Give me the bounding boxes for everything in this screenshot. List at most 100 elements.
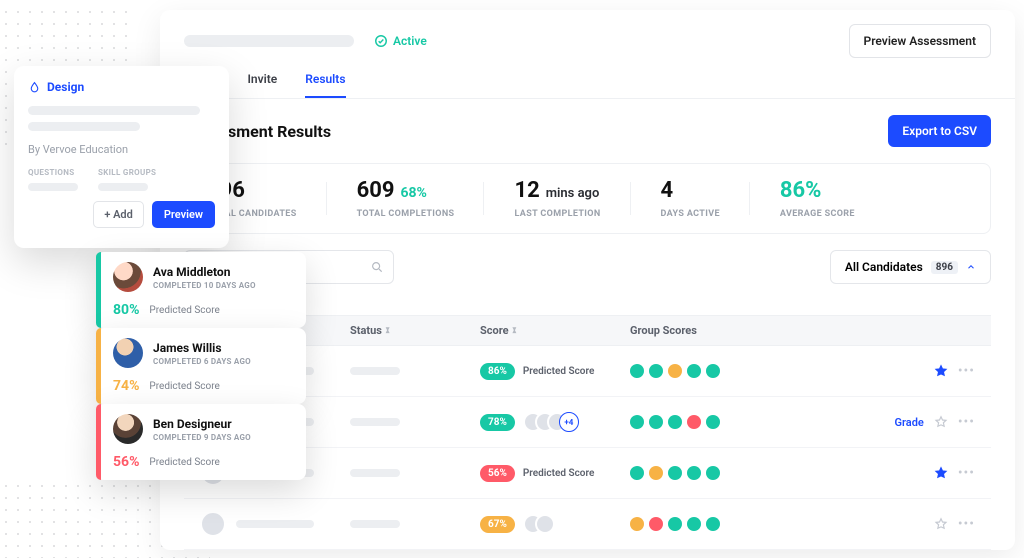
avatar — [113, 338, 143, 368]
row-actions: Grade ••• — [895, 414, 975, 430]
candidate-completion: COMPLETED 9 DAYS AGO — [153, 433, 251, 442]
star-icon[interactable] — [934, 364, 948, 378]
group-score-dot — [668, 517, 682, 531]
score-cell: 67% — [480, 514, 630, 534]
predicted-score-label: Predicted Score — [149, 381, 219, 392]
stat-value: 609 — [357, 178, 395, 203]
score-cell: 78% +4 — [480, 412, 630, 432]
main-header: Active Preview Assessment — [160, 10, 1015, 58]
score-cell: 56% Predicted Score — [480, 465, 630, 482]
candidate-card[interactable]: James Willis COMPLETED 6 DAYS AGO 74% Pr… — [96, 328, 306, 404]
search-icon — [370, 260, 384, 274]
assessment-title-placeholder — [184, 35, 354, 47]
stat-total-completions: 609 68% TOTAL COMPLETIONS — [357, 178, 485, 219]
col-status[interactable]: Status — [350, 324, 480, 337]
stat-label: TOTAL COMPLETIONS — [357, 209, 455, 219]
group-score-dot — [706, 364, 720, 378]
tabs: Create Invite Results — [160, 58, 1015, 99]
grader-avatars — [523, 514, 555, 534]
col-score[interactable]: Score — [480, 324, 630, 337]
candidate-name: Ben Designeur — [153, 417, 251, 431]
tab-invite[interactable]: Invite — [247, 72, 277, 98]
group-score-dot — [630, 364, 644, 378]
status-placeholder — [350, 520, 400, 528]
stat-label: LAST COMPLETION — [514, 209, 600, 219]
section-header: Assessment Results Export to CSV — [160, 99, 1015, 163]
more-actions-icon[interactable]: ••• — [958, 465, 975, 481]
status-placeholder — [350, 367, 400, 375]
group-score-dot — [706, 415, 720, 429]
row-actions: ••• — [934, 465, 975, 481]
candidate-name: Ava Middleton — [153, 265, 256, 279]
drop-icon — [28, 81, 41, 94]
grader-avatars: +4 — [523, 412, 579, 432]
name-placeholder — [236, 520, 314, 528]
grade-link[interactable]: Grade — [895, 416, 924, 429]
tab-results[interactable]: Results — [305, 72, 345, 98]
table-row[interactable]: 67% ••• — [184, 499, 991, 550]
skill-groups-label: SKILL GROUPS — [98, 168, 156, 177]
group-score-dot — [668, 364, 682, 378]
more-actions-icon[interactable]: ••• — [958, 516, 975, 532]
preview-button[interactable]: Preview — [152, 201, 215, 228]
stat-label: AVERAGE SCORE — [780, 209, 855, 219]
status-cell — [350, 418, 480, 426]
status-cell — [350, 469, 480, 477]
design-skel-line — [28, 106, 200, 115]
stats-bar: 896 TOTAL CANDIDATES 609 68% TOTAL COMPL… — [184, 163, 991, 234]
predicted-score-label: Predicted Score — [149, 457, 219, 468]
row-actions: ••• — [934, 516, 975, 532]
predicted-score-label: Predicted Score — [523, 468, 594, 479]
group-score-dot — [687, 466, 701, 480]
score-pill: 67% — [480, 516, 515, 533]
star-icon[interactable] — [934, 415, 948, 429]
grader-avatar — [535, 514, 555, 534]
check-circle-icon — [374, 34, 388, 48]
add-button[interactable]: + Add — [93, 201, 144, 228]
stat-label: DAYS ACTIVE — [661, 209, 720, 219]
design-card-header: Design — [28, 80, 215, 94]
group-scores-cell — [630, 466, 934, 480]
stat-pct: 68% — [400, 185, 426, 201]
preview-assessment-button[interactable]: Preview Assessment — [849, 24, 991, 58]
candidate-pct: 56% — [113, 454, 139, 470]
group-score-dot — [706, 466, 720, 480]
score-pill: 86% — [480, 363, 515, 380]
group-score-dot — [687, 517, 701, 531]
score-pill: 78% — [480, 414, 515, 431]
design-byline: By Vervoe Education — [28, 143, 215, 156]
export-csv-button[interactable]: Export to CSV — [888, 115, 991, 147]
status-active: Active — [374, 34, 427, 48]
candidates-filter-dropdown[interactable]: All Candidates 896 — [830, 250, 991, 284]
col-groups: Group Scores — [630, 324, 975, 337]
candidate-completion: COMPLETED 6 DAYS AGO — [153, 357, 251, 366]
predicted-score-label: Predicted Score — [523, 366, 594, 377]
group-score-dot — [630, 517, 644, 531]
star-icon[interactable] — [934, 517, 948, 531]
stat-value: 12 — [514, 178, 539, 203]
name-cell — [200, 511, 350, 537]
status-placeholder — [350, 469, 400, 477]
more-graders[interactable]: +4 — [559, 412, 579, 432]
more-actions-icon[interactable]: ••• — [958, 363, 975, 379]
predicted-score-label: Predicted Score — [149, 305, 219, 316]
group-scores-cell — [630, 517, 934, 531]
filter-label: All Candidates — [845, 260, 923, 274]
stat-unit: mins ago — [546, 186, 600, 201]
group-score-dot — [630, 415, 644, 429]
star-icon[interactable] — [934, 466, 948, 480]
design-card-columns: QUESTIONS SKILL GROUPS — [28, 168, 215, 191]
candidate-name: James Willis — [153, 341, 251, 355]
score-cell: 86% Predicted Score — [480, 363, 630, 380]
questions-label: QUESTIONS — [28, 168, 78, 177]
avatar — [113, 262, 143, 292]
score-pill: 56% — [480, 465, 515, 482]
stat-days-active: 4 DAYS ACTIVE — [661, 178, 750, 219]
more-actions-icon[interactable]: ••• — [958, 414, 975, 430]
avatar — [113, 414, 143, 444]
group-score-dot — [649, 364, 663, 378]
candidate-card[interactable]: Ben Designeur COMPLETED 9 DAYS AGO 56% P… — [96, 404, 306, 480]
status-cell — [350, 367, 480, 375]
candidate-card[interactable]: Ava Middleton COMPLETED 10 DAYS AGO 80% … — [96, 252, 306, 328]
group-score-dot — [649, 415, 663, 429]
